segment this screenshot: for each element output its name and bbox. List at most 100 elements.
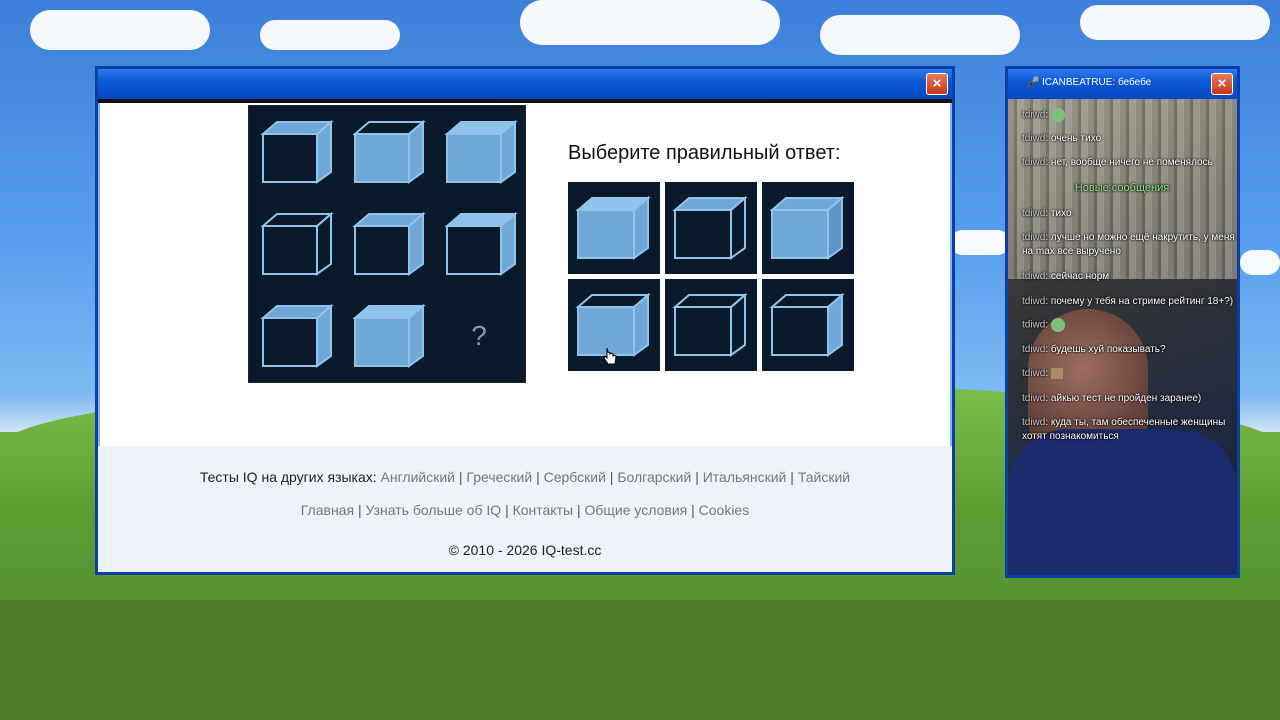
answer-option-1[interactable] — [568, 182, 660, 274]
puzzle-cell — [433, 106, 525, 198]
chat-nick: tdiwd — [1022, 271, 1046, 282]
chat-nick: tdiwd — [1022, 232, 1046, 243]
smile-emote-icon — [1050, 108, 1065, 122]
copyright: © 2010 - 2026 IQ-test.cc — [448, 542, 602, 558]
separator: | — [790, 469, 794, 485]
languages-label: Тесты IQ на других языках: — [199, 469, 377, 485]
stream-chat-window: 🎤 ICANBEATRUE: бебебе × tdiwd: tdiwd: оч… — [1005, 66, 1240, 578]
chat-nick: tdiwd — [1022, 417, 1046, 428]
chat-text: тихо — [1050, 208, 1072, 219]
puzzle-cell — [341, 106, 433, 198]
chat-text: очень тихо — [1050, 133, 1102, 144]
chat-message: tdiwd: — [1022, 367, 1237, 381]
separator: | — [505, 502, 509, 518]
grass-lower — [0, 600, 1280, 720]
chat-text: почему у тебя на стриме рейтинг 18+?) — [1050, 296, 1234, 307]
nav-link-about-iq[interactable]: Узнать больше об IQ — [365, 502, 501, 518]
chat-message: tdiwd: нет, вообще ничего не поменялось — [1022, 157, 1213, 168]
cube-outline-icon — [352, 211, 426, 276]
chat-nick: tdiwd — [1022, 133, 1046, 144]
window-titlebar[interactable]: × — [98, 69, 952, 99]
test-window: × ? Выберите правильный ответ: Тесты IQ … — [95, 66, 955, 575]
cube-outline-icon — [260, 119, 334, 184]
puzzle-cell — [249, 198, 341, 290]
cube-outline-icon — [260, 211, 334, 276]
puzzle-matrix: ? — [248, 105, 526, 383]
answer-option-6[interactable] — [762, 279, 854, 371]
chat-text: куда ты, там обеспеченные женщины хотят … — [1022, 417, 1226, 442]
puzzle-cell — [433, 198, 525, 290]
nav-link-contacts[interactable]: Контакты — [513, 502, 573, 518]
cube-outline-icon — [444, 211, 518, 276]
box-emote-icon — [1050, 367, 1063, 379]
prompt-text: Выберите правильный ответ: — [568, 142, 841, 164]
chat-nick: tdiwd — [1022, 393, 1046, 404]
sky-cloud — [1080, 5, 1270, 40]
chat-text: лучше но можно ещё накрутить, у меня на … — [1022, 232, 1235, 257]
separator: | — [576, 502, 581, 518]
chat-message: tdiwd: — [1022, 318, 1237, 333]
sky-cloud — [520, 0, 780, 45]
lang-link-english[interactable]: Английский — [381, 469, 455, 485]
chat-nick: tdiwd — [1022, 368, 1046, 379]
language-links: Тесты IQ на других языках: Английский | … — [98, 469, 952, 485]
chat-text: сейчас норм — [1050, 271, 1110, 282]
answer-option-3[interactable] — [762, 182, 854, 274]
chat-titlebar[interactable]: 🎤 ICANBEATRUE: бебебе × — [1008, 69, 1237, 99]
chat-message: tdiwd: будешь хуй показывать? — [1022, 344, 1166, 355]
puzzle-cell-missing: ? — [433, 290, 525, 382]
lang-link-greek[interactable]: Греческий — [466, 469, 532, 485]
webcam-feed — [1008, 99, 1237, 575]
nav-link-home[interactable]: Главная — [301, 502, 354, 518]
sky-cloud — [950, 230, 1010, 255]
footer-nav: Главная | Узнать больше об IQ | Контакты… — [98, 502, 952, 518]
lang-link-serbian[interactable]: Сербский — [544, 469, 606, 485]
chat-message: tdiwd: куда ты, там обеспеченные женщины… — [1022, 417, 1226, 442]
separator: | — [458, 469, 463, 485]
sky-cloud — [260, 20, 400, 50]
chat-title: ICANBEATRUE: бебебе — [1042, 77, 1152, 88]
chat-message: tdiwd: почему у тебя на стриме рейтинг 1… — [1022, 296, 1234, 307]
chat-message: tdiwd: очень тихо — [1022, 133, 1102, 144]
puzzle-cell — [341, 290, 433, 382]
lang-link-thai[interactable]: Тайский — [798, 469, 850, 485]
cube-solid-icon — [352, 303, 426, 368]
chat-nick: tdiwd — [1022, 344, 1046, 355]
puzzle-cell — [249, 290, 341, 382]
chat-text: айкью тест не пройден заранее) — [1050, 393, 1202, 404]
chat-nick: tdiwd — [1022, 109, 1046, 121]
answer-option-5[interactable] — [665, 279, 757, 371]
chat-text: нет, вообще ничего не поменялось — [1050, 157, 1213, 168]
cube-outline-icon — [672, 195, 748, 260]
cube-solid-icon — [575, 195, 651, 260]
lang-link-italian[interactable]: Итальянский — [703, 469, 787, 485]
separator: | — [357, 502, 362, 518]
separator: | — [691, 502, 695, 518]
separator: | — [536, 469, 540, 485]
puzzle-cell — [249, 106, 341, 198]
chat-message: tdiwd: — [1022, 108, 1237, 123]
laugh-emote-icon — [1050, 318, 1065, 332]
hand-cursor-icon — [603, 347, 617, 365]
chat-close-button[interactable]: × — [1211, 73, 1233, 95]
new-messages-divider: Новые сообщения — [1074, 182, 1170, 194]
chat-nick: tdiwd — [1022, 319, 1046, 331]
close-button[interactable]: × — [926, 73, 948, 95]
puzzle-cell — [341, 198, 433, 290]
answer-option-2[interactable] — [665, 182, 757, 274]
chat-message: tdiwd: сейчас норм — [1022, 271, 1110, 282]
sky-cloud — [1240, 250, 1280, 275]
sky-cloud — [820, 15, 1020, 55]
separator: | — [695, 469, 699, 485]
nav-link-terms[interactable]: Общие условия — [585, 502, 688, 518]
lang-link-bulgarian[interactable]: Болгарский — [617, 469, 691, 485]
nav-link-cookies[interactable]: Cookies — [699, 502, 750, 518]
separator: | — [609, 469, 614, 485]
page-footer: Тесты IQ на других языках: Английский | … — [98, 446, 952, 572]
chat-nick: tdiwd — [1022, 208, 1046, 219]
chat-nick: tdiwd — [1022, 296, 1046, 307]
chat-text: будешь хуй показывать? — [1050, 344, 1166, 355]
chat-message: tdiwd: лучше но можно ещё накрутить, у м… — [1022, 232, 1235, 257]
cube-outline-icon — [260, 303, 334, 368]
streamer-body — [1008, 429, 1237, 575]
